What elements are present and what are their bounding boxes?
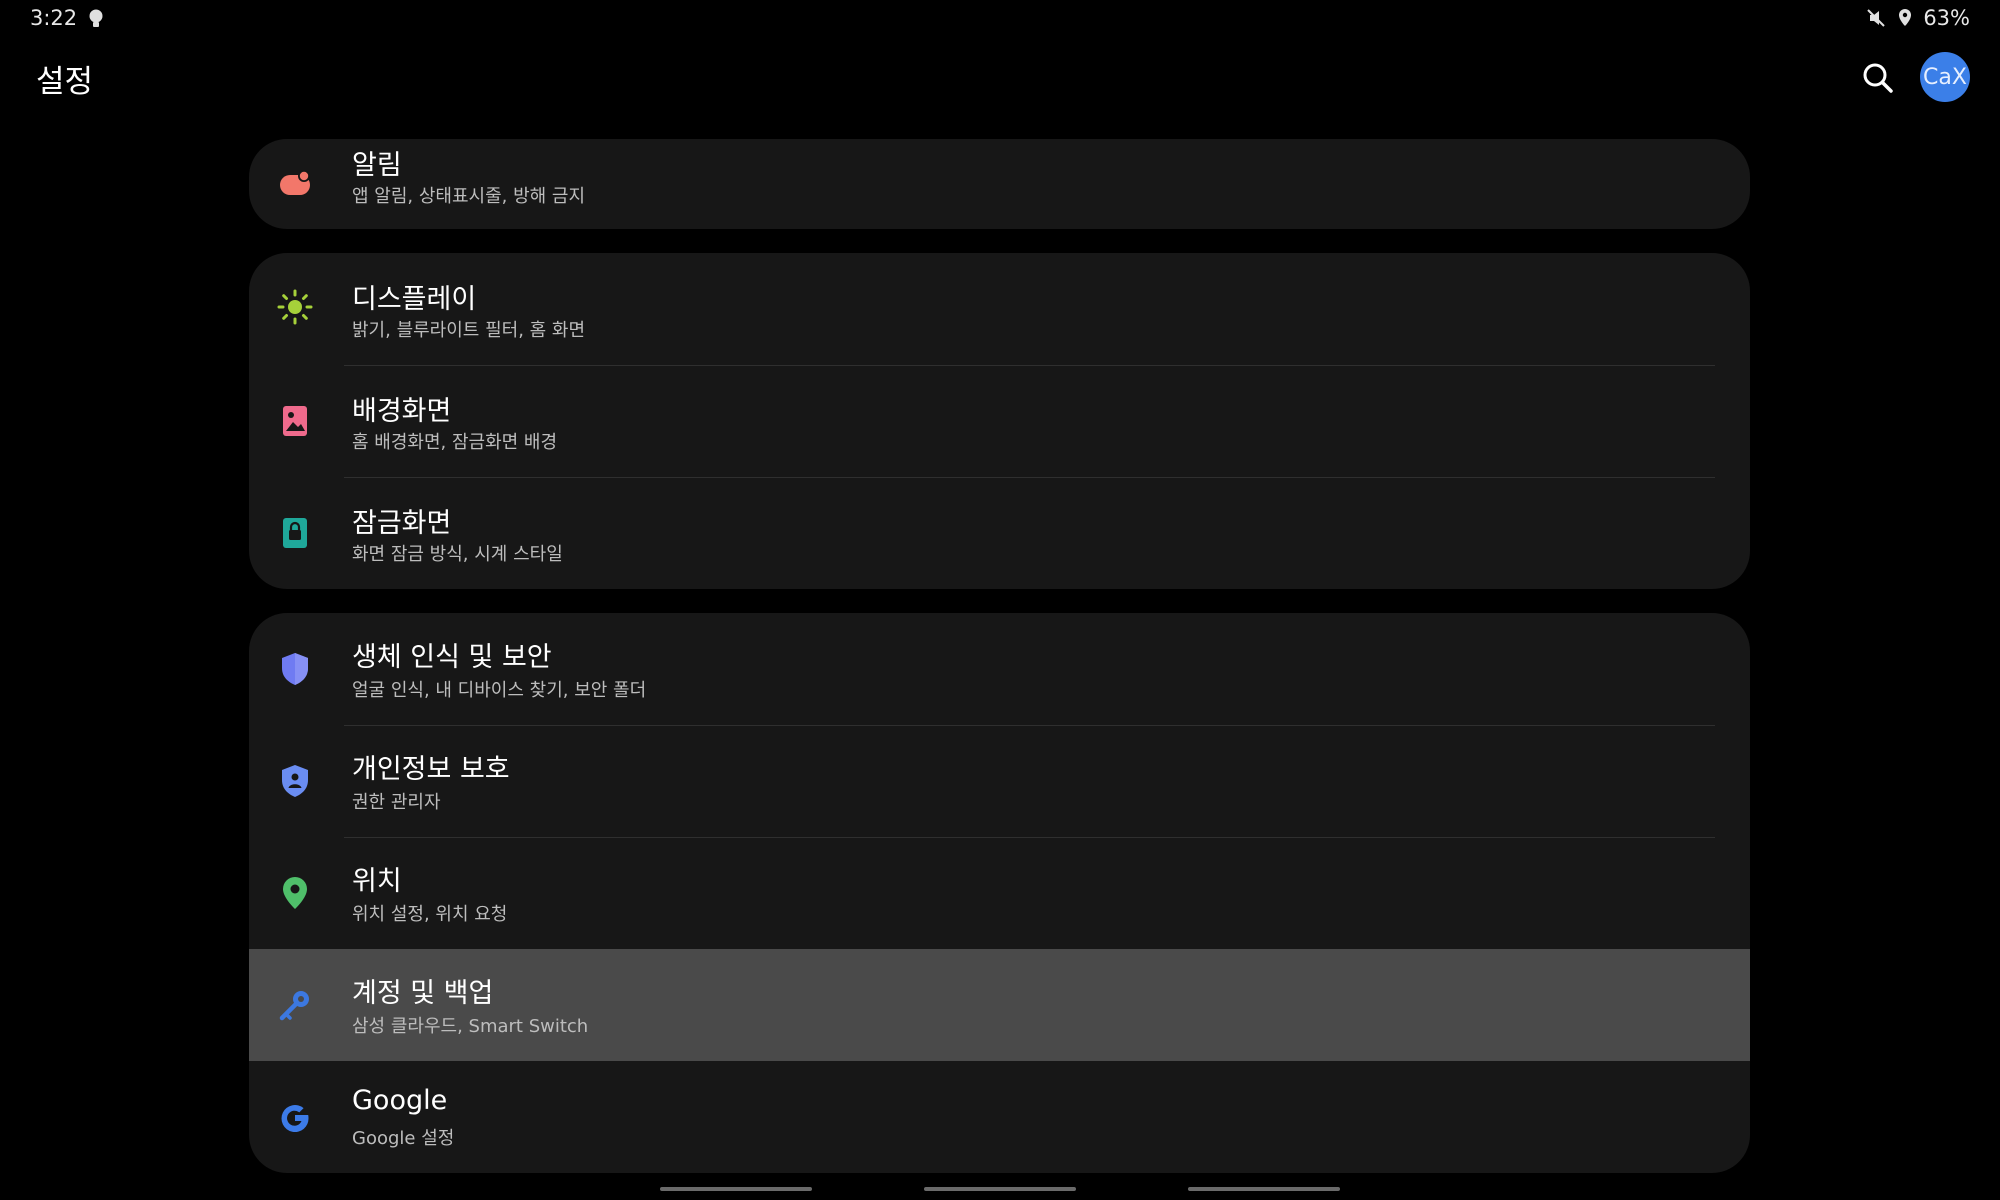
wallpaper-icon xyxy=(277,403,313,439)
lock-icon xyxy=(277,515,313,551)
mute-icon xyxy=(1865,7,1887,29)
key-icon xyxy=(277,987,313,1023)
item-subtitle: Google 설정 xyxy=(352,1128,455,1149)
settings-group-3: 생체 인식 및 보안 얼굴 인식, 내 디바이스 찾기, 보안 폴더 개인정보 … xyxy=(249,613,1750,1173)
settings-item-privacy[interactable]: 개인정보 보호 권한 관리자 xyxy=(249,725,1750,837)
settings-item-biometrics-security[interactable]: 생체 인식 및 보안 얼굴 인식, 내 디바이스 찾기, 보안 폴더 xyxy=(249,613,1750,725)
item-subtitle: 앱 알림, 상태표시줄, 방해 금지 xyxy=(352,186,586,207)
status-time: 3:22 xyxy=(30,6,78,30)
nav-home-handle[interactable] xyxy=(924,1187,1076,1191)
item-title: 디스플레이 xyxy=(352,284,477,315)
nav-back-handle[interactable] xyxy=(1188,1187,1340,1191)
location-pin-icon xyxy=(277,875,313,911)
settings-item-lockscreen[interactable]: 잠금화면 화면 잠금 방식, 시계 스타일 xyxy=(249,477,1750,589)
page-title: 설정 xyxy=(36,64,94,100)
notification-icon xyxy=(277,166,313,202)
settings-group-2: 디스플레이 밝기, 블루라이트 필터, 홈 화면 배경화면 홈 배경화면, 잠금… xyxy=(249,253,1750,589)
item-title: 잠금화면 xyxy=(352,508,452,539)
settings-item-location[interactable]: 위치 위치 설정, 위치 요청 xyxy=(249,837,1750,949)
item-title: 위치 xyxy=(352,866,402,897)
google-icon xyxy=(277,1100,313,1136)
item-title: 생체 인식 및 보안 xyxy=(352,642,552,673)
nav-recents-handle[interactable] xyxy=(660,1187,812,1191)
item-subtitle: 밝기, 블루라이트 필터, 홈 화면 xyxy=(352,320,586,341)
item-subtitle: 얼굴 인식, 내 디바이스 찾기, 보안 폴더 xyxy=(352,680,647,701)
settings-item-notifications[interactable]: 알림 앱 알림, 상태표시줄, 방해 금지 xyxy=(249,139,1750,229)
bulb-icon xyxy=(86,8,106,30)
item-title: 계정 및 백업 xyxy=(352,978,494,1009)
avatar[interactable]: CaX xyxy=(1920,52,1970,102)
search-icon[interactable] xyxy=(1858,58,1898,98)
item-title: Google xyxy=(352,1085,448,1116)
item-subtitle: 삼성 클라우드, Smart Switch xyxy=(352,1016,589,1037)
settings-item-google[interactable]: Google Google 설정 xyxy=(249,1061,1750,1173)
item-subtitle: 위치 설정, 위치 요청 xyxy=(352,904,508,925)
settings-item-wallpaper[interactable]: 배경화면 홈 배경화면, 잠금화면 배경 xyxy=(249,365,1750,477)
shield-icon xyxy=(277,651,313,687)
item-subtitle: 화면 잠금 방식, 시계 스타일 xyxy=(352,544,563,565)
settings-group-1: 알림 앱 알림, 상태표시줄, 방해 금지 xyxy=(249,139,1750,229)
privacy-shield-icon xyxy=(277,763,313,799)
item-subtitle: 홈 배경화면, 잠금화면 배경 xyxy=(352,432,558,453)
settings-item-accounts-backup[interactable]: 계정 및 백업 삼성 클라우드, Smart Switch xyxy=(249,949,1750,1061)
item-title: 알림 xyxy=(352,150,402,181)
settings-item-display[interactable]: 디스플레이 밝기, 블루라이트 필터, 홈 화면 xyxy=(249,253,1750,365)
status-right: 63% xyxy=(1865,6,1970,30)
item-title: 배경화면 xyxy=(352,396,452,427)
item-title: 개인정보 보호 xyxy=(352,754,510,785)
status-bar: 3:22 63% xyxy=(0,0,2000,38)
battery-percent: 63% xyxy=(1923,6,1970,30)
location-icon xyxy=(1897,8,1913,28)
brightness-icon xyxy=(277,289,313,325)
item-subtitle: 권한 관리자 xyxy=(352,792,441,813)
